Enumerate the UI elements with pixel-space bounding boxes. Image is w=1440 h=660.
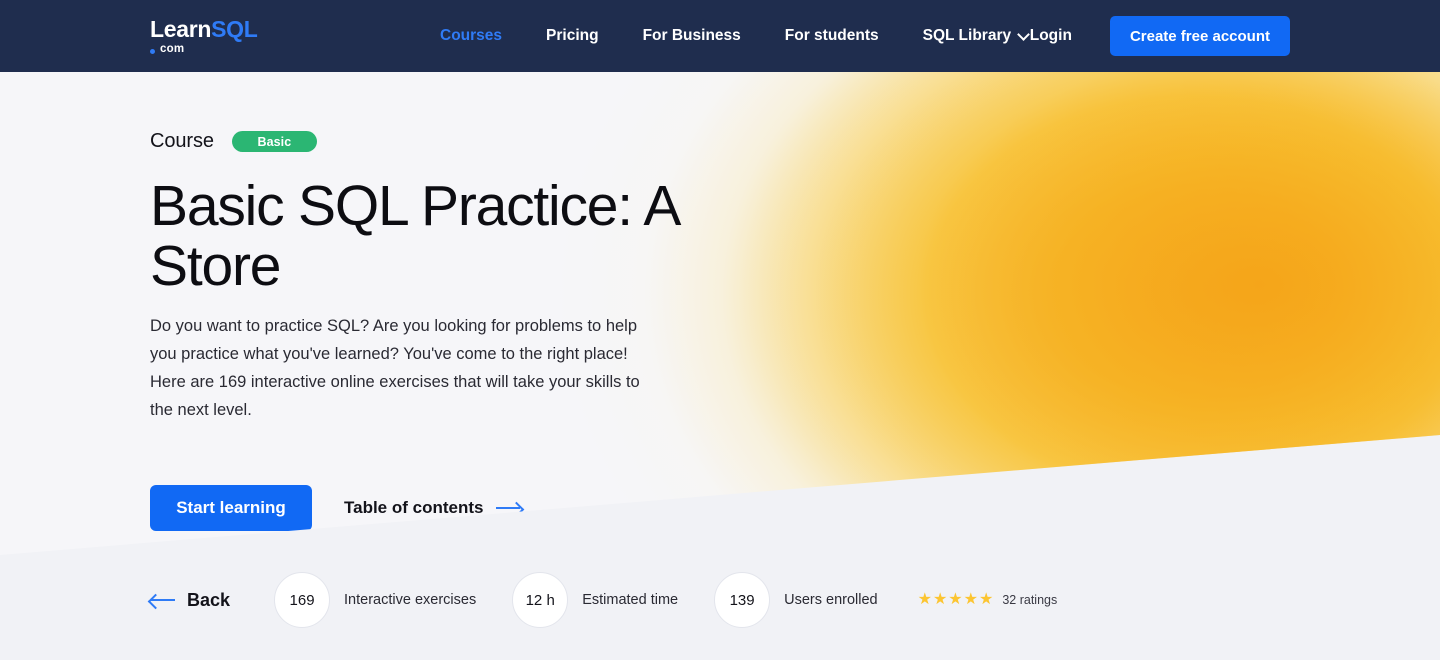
hero-action-group: Start learning Table of contents — [150, 485, 522, 531]
login-link[interactable]: Login — [1030, 27, 1072, 45]
create-free-account-button[interactable]: Create free account — [1109, 16, 1290, 56]
course-kicker: Course — [150, 130, 214, 152]
nav-item-courses[interactable]: Courses — [440, 27, 502, 45]
nav-label: Pricing — [546, 27, 599, 44]
primary-navigation: Courses Pricing For Business For student… — [440, 0, 1029, 72]
back-link[interactable]: Back — [150, 590, 230, 611]
logo-wordmark: LearnSQL — [150, 18, 258, 41]
header-actions: Login Create free account — [1030, 0, 1290, 72]
stat-value: 169 — [274, 572, 331, 628]
nav-label: For students — [784, 27, 879, 44]
page-title: Basic SQL Practice: A Store — [150, 174, 678, 298]
course-stats-bar: Back 169 Interactive exercises 12 h Esti… — [0, 555, 1440, 660]
star-filled-icon: ★ — [917, 591, 932, 608]
course-description: Do you want to practice SQL? Are you loo… — [150, 317, 640, 419]
site-header: LearnSQL com Courses Pricing For Busines… — [0, 0, 1440, 72]
bullet-dot-icon — [150, 49, 155, 54]
logo-text-sql: SQL — [211, 16, 258, 42]
stat-estimated-time: 12 h Estimated time — [512, 572, 678, 628]
star-filled-icon: ★ — [948, 591, 963, 608]
hero-section: Course Basic Basic SQL Practice: A Store… — [0, 72, 1440, 555]
stat-value: 139 — [714, 572, 771, 628]
logo-domain-suffix: com — [150, 43, 258, 56]
arrow-left-icon — [150, 593, 175, 607]
course-rating: ★ ★ ★ ★ ★ 32 ratings — [918, 592, 1058, 608]
nav-item-for-students[interactable]: For students — [785, 27, 879, 45]
stat-value: 12 h — [512, 572, 569, 628]
nav-label: SQL Library — [922, 27, 1012, 44]
level-badge: Basic — [231, 131, 317, 152]
table-of-contents-label: Table of contents — [344, 498, 484, 517]
star-filled-icon: ★ — [963, 591, 978, 608]
course-meta-line: Course Basic — [150, 130, 317, 153]
back-label: Back — [187, 589, 231, 610]
star-rating: ★ ★ ★ ★ ★ — [918, 592, 994, 608]
star-filled-icon: ★ — [932, 591, 948, 608]
stat-label: Users enrolled — [784, 592, 878, 608]
page-root: LearnSQL com Courses Pricing For Busines… — [0, 0, 1440, 660]
course-stats-inner: Back 169 Interactive exercises 12 h Esti… — [150, 555, 1057, 645]
stat-label: Estimated time — [582, 592, 679, 608]
nav-item-sql-library[interactable]: SQL Library — [923, 27, 1029, 45]
logo-text-learn: Learn — [150, 16, 212, 42]
star-filled-icon: ★ — [978, 591, 994, 608]
stat-users-enrolled: 139 Users enrolled — [714, 572, 878, 628]
chevron-down-icon — [1018, 29, 1029, 40]
table-of-contents-link[interactable]: Table of contents — [332, 498, 522, 518]
nav-label: For Business — [642, 27, 741, 44]
stat-interactive-exercises: 169 Interactive exercises — [274, 572, 476, 628]
site-logo[interactable]: LearnSQL com — [150, 18, 258, 56]
arrow-right-icon — [496, 501, 522, 515]
nav-label: Courses — [440, 27, 503, 44]
start-learning-button[interactable]: Start learning — [150, 485, 312, 531]
stat-label: Interactive exercises — [344, 592, 477, 608]
nav-item-pricing[interactable]: Pricing — [546, 27, 599, 45]
ratings-count: 32 ratings — [1002, 593, 1058, 607]
hero-gradient-glow-inner — [630, 72, 1440, 555]
logo-suffix-text: com — [160, 43, 185, 55]
nav-item-for-business[interactable]: For Business — [643, 27, 741, 45]
